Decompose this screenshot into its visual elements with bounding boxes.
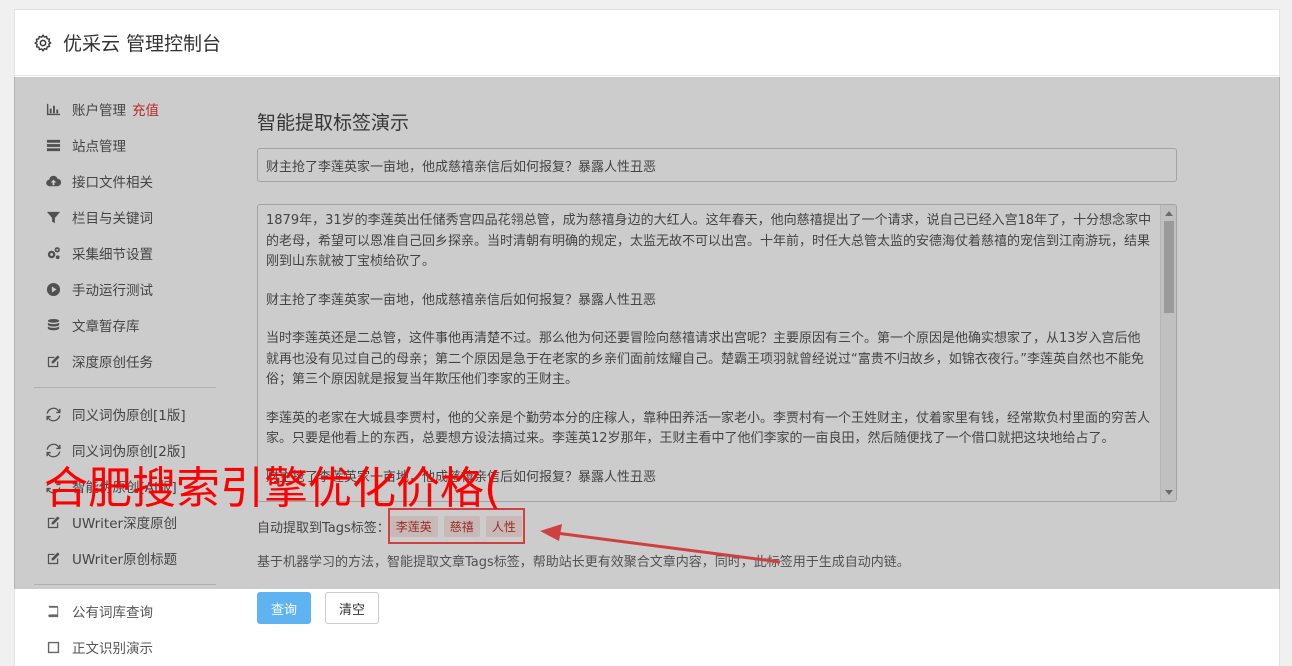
sidebar-item-label: 站点管理: [72, 139, 126, 155]
bar-chart-icon: [44, 100, 62, 118]
recharge-link[interactable]: 充值: [132, 99, 159, 119]
book-icon: [44, 602, 62, 620]
cloud-upload-icon: [44, 172, 62, 190]
edit-icon: [44, 352, 62, 370]
clear-button[interactable]: 清空: [325, 592, 379, 624]
database-icon: [44, 316, 62, 334]
article-title-input[interactable]: [257, 148, 1177, 182]
sidebar-item-account[interactable]: 账户管理 充值: [18, 91, 228, 127]
content-paragraph: 当时李莲英还是二总管，这件事他再清楚不过。那么他为何还要冒险向慈禧请求出宫呢？主…: [266, 331, 1144, 387]
sidebar-divider: [34, 387, 216, 388]
sidebar-item-label: 栏目与关键词: [72, 211, 153, 227]
scrollbar-thumb[interactable]: [1164, 221, 1174, 313]
sidebar-item-manual-test[interactable]: 手动运行测试: [18, 271, 228, 307]
sidebar-item-label: 同义词伪原创[1版]: [72, 408, 186, 424]
play-icon: [44, 280, 62, 298]
gear-icon: [34, 33, 52, 52]
section-heading: 智能提取标签演示: [257, 112, 410, 134]
query-button[interactable]: 查询: [257, 592, 311, 624]
content-paragraph: 1879年，31岁的李莲英出任储秀宫四品花翎总管，成为慈禧身边的大红人。这年春天…: [266, 213, 1152, 269]
sidebar-item-label: 采集细节设置: [72, 247, 153, 263]
sidebar-item-label: 账户管理: [72, 103, 126, 119]
tags-label: 自动提取到Tags标签：: [257, 520, 390, 536]
scroll-up-icon[interactable]: [1165, 211, 1173, 216]
sidebar-item-label: 接口文件相关: [72, 175, 153, 191]
sidebar-item-label: 深度原创任务: [72, 355, 153, 371]
sidebar-item-text-recognition[interactable]: 正文识别演示: [18, 629, 228, 665]
sidebar: 账户管理 充值 站点管理 接口文件相关 栏目与关键词 采集细节设置 手动运行测试…: [18, 91, 228, 665]
sidebar-item-deep-original-task[interactable]: 深度原创任务: [18, 343, 228, 379]
square-icon: [44, 638, 62, 656]
list-icon: [44, 136, 62, 154]
textarea-scrollbar[interactable]: [1160, 205, 1176, 501]
refresh-icon: [44, 405, 62, 423]
sidebar-item-label: 手动运行测试: [72, 283, 153, 299]
main-content: 智能提取标签演示 1879年，31岁的李莲英出任储秀宫四品花翎总管，成为慈禧身边…: [257, 108, 1177, 502]
edit-icon: [44, 549, 62, 567]
sidebar-item-uwriter-title[interactable]: UWriter原创标题: [18, 540, 228, 576]
sidebar-item-label: 正文识别演示: [72, 641, 153, 657]
content-paragraph: 李莲英的老家在大城县李贾村，他的父亲是个勤劳本分的庄稼人，靠种田养活一家老小。李…: [266, 410, 1151, 447]
sidebar-item-public-dictionary[interactable]: 公有词库查询: [18, 593, 228, 629]
sidebar-item-label: UWriter原创标题: [72, 552, 178, 568]
sidebar-item-columns-keywords[interactable]: 栏目与关键词: [18, 199, 228, 235]
sidebar-item-collect-settings[interactable]: 采集细节设置: [18, 235, 228, 271]
cogs-icon: [44, 244, 62, 262]
sidebar-item-label: 公有词库查询: [72, 605, 153, 621]
watermark-text: 合肥搜索引擎优化价格(: [44, 463, 502, 514]
panel-header: 优采云 管理控制台: [15, 10, 1279, 76]
feature-description: 基于机器学习的方法，智能提取文章Tags标签，帮助站长更有效聚合文章内容，同时，…: [257, 555, 910, 570]
sidebar-item-synonym-v1[interactable]: 同义词伪原创[1版]: [18, 396, 228, 432]
content-paragraph: 财主抢了李莲英家一亩地，他成慈禧亲信后如何报复？暴露人性丑恶: [266, 292, 657, 308]
sidebar-item-api-files[interactable]: 接口文件相关: [18, 163, 228, 199]
sidebar-item-article-storage[interactable]: 文章暂存库: [18, 307, 228, 343]
sidebar-item-sites[interactable]: 站点管理: [18, 127, 228, 163]
scroll-down-icon[interactable]: [1165, 490, 1173, 495]
sidebar-divider: [34, 584, 216, 585]
filter-icon: [44, 208, 62, 226]
page-title: 优采云 管理控制台: [63, 33, 222, 55]
sidebar-item-label: 文章暂存库: [72, 319, 140, 335]
